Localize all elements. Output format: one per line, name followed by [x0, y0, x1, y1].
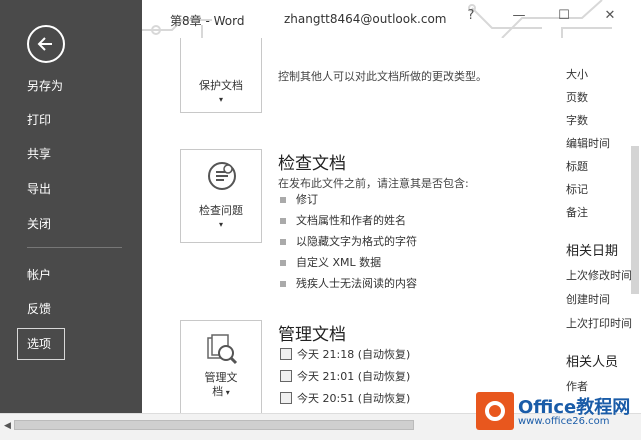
minimize-button[interactable]: —: [509, 8, 529, 23]
close-button[interactable]: ✕: [600, 8, 620, 23]
inspect-icon: [208, 162, 236, 190]
bullet-icon: [280, 281, 286, 287]
protect-document-tile[interactable]: 保护文档 ▾: [180, 38, 262, 113]
info-main-pane: 保护文档 ▾ 控制其他人可以对此文档所做的更改类型。 检查问题 ▾ 检查文档 在…: [142, 38, 554, 413]
inspect-section-title: 检查文档: [278, 154, 346, 174]
office-logo-icon: [476, 392, 514, 430]
date-label: 创建时间: [566, 293, 610, 306]
protect-document-label: 保护文档: [199, 79, 243, 92]
inspect-bullet: 自定义 XML 数据: [280, 256, 381, 270]
options-focus-box: [17, 328, 65, 360]
property-label: 大小: [566, 68, 588, 81]
help-button[interactable]: ?: [461, 8, 481, 23]
property-label: 页数: [566, 91, 588, 104]
inspect-document-tile[interactable]: 检查问题 ▾: [180, 149, 262, 243]
date-label: 上次修改时间: [566, 269, 632, 282]
chevron-down-icon: ▾: [218, 220, 223, 229]
sidebar-item-options[interactable]: 选项: [0, 328, 142, 360]
sidebar-item-export[interactable]: 导出: [0, 173, 142, 205]
sidebar-divider: [27, 247, 122, 248]
sidebar-item-account[interactable]: 帐户: [0, 259, 142, 291]
scroll-left-icon[interactable]: ◀: [4, 421, 11, 431]
property-label: 标题: [566, 160, 588, 173]
chevron-down-icon: ▾: [218, 95, 223, 104]
manage-document-label-2: 档 ▾: [212, 385, 230, 398]
property-label: 标记: [566, 183, 588, 196]
manage-section-title: 管理文档: [278, 325, 346, 345]
inspect-bullet: 修订: [280, 193, 318, 207]
property-label: 备注: [566, 206, 588, 219]
related-dates-heading: 相关日期: [566, 244, 619, 259]
version-item[interactable]: 今天 20:51 (自动恢复): [280, 391, 410, 407]
watermark: Office教程网 www.office26.com: [476, 392, 636, 436]
word-document-icon: [280, 392, 292, 404]
sidebar-item-feedback[interactable]: 反馈: [0, 293, 142, 325]
window-title: 第8章 - Word: [170, 14, 245, 28]
bullet-icon: [280, 260, 286, 266]
manage-document-label: 管理文: [204, 371, 238, 384]
arrow-left-icon: [37, 37, 52, 51]
watermark-url: www.office26.com: [518, 416, 610, 427]
properties-panel: 大小 页数 字数 编辑时间 标题 标记 备注 相关日期 上次修改时间 创建时间 …: [554, 38, 641, 413]
chevron-down-icon: ▾: [223, 388, 230, 397]
sidebar-item-close[interactable]: 关闭: [0, 208, 142, 240]
version-item[interactable]: 今天 21:18 (自动恢复): [280, 347, 410, 363]
sidebar-item-share[interactable]: 共享: [0, 138, 142, 170]
manage-document-icon: [207, 334, 238, 365]
bullet-icon: [280, 239, 286, 245]
word-document-icon: [280, 348, 292, 360]
inspect-bullet: 残疾人士无法阅读的内容: [280, 277, 417, 291]
scroll-thumb[interactable]: [14, 420, 414, 430]
inspect-document-label: 检查问题: [199, 204, 243, 217]
property-label: 编辑时间: [566, 137, 610, 150]
bullet-icon: [280, 197, 286, 203]
inspect-description: 在发布此文件之前，请注意其是否包含:: [278, 177, 469, 190]
back-button[interactable]: [27, 25, 65, 63]
word-document-icon: [280, 370, 292, 382]
bullet-icon: [280, 218, 286, 224]
date-label: 上次打印时间: [566, 317, 632, 330]
inspect-bullet: 以隐藏文字为格式的字符: [280, 235, 417, 249]
vertical-scrollbar[interactable]: [631, 146, 639, 294]
manage-document-tile[interactable]: 管理文 档 ▾: [180, 320, 262, 413]
inspect-bullet: 文档属性和作者的姓名: [280, 214, 406, 228]
account-email[interactable]: zhangtt8464@outlook.com: [284, 12, 447, 26]
property-label: 字数: [566, 114, 588, 127]
sidebar-item-save-as[interactable]: 另存为: [0, 70, 142, 102]
related-people-heading: 相关人员: [566, 355, 619, 370]
title-bar: 第8章 - Word zhangtt8464@outlook.com ? — ☐…: [142, 0, 641, 38]
backstage-sidebar: 另存为 打印 共享 导出 关闭 帐户 反馈 选项: [0, 0, 142, 413]
version-item[interactable]: 今天 21:01 (自动恢复): [280, 369, 410, 385]
maximize-button[interactable]: ☐: [554, 8, 574, 23]
protect-description: 控制其他人可以对此文档所做的更改类型。: [278, 70, 487, 82]
sidebar-item-print[interactable]: 打印: [0, 104, 142, 136]
